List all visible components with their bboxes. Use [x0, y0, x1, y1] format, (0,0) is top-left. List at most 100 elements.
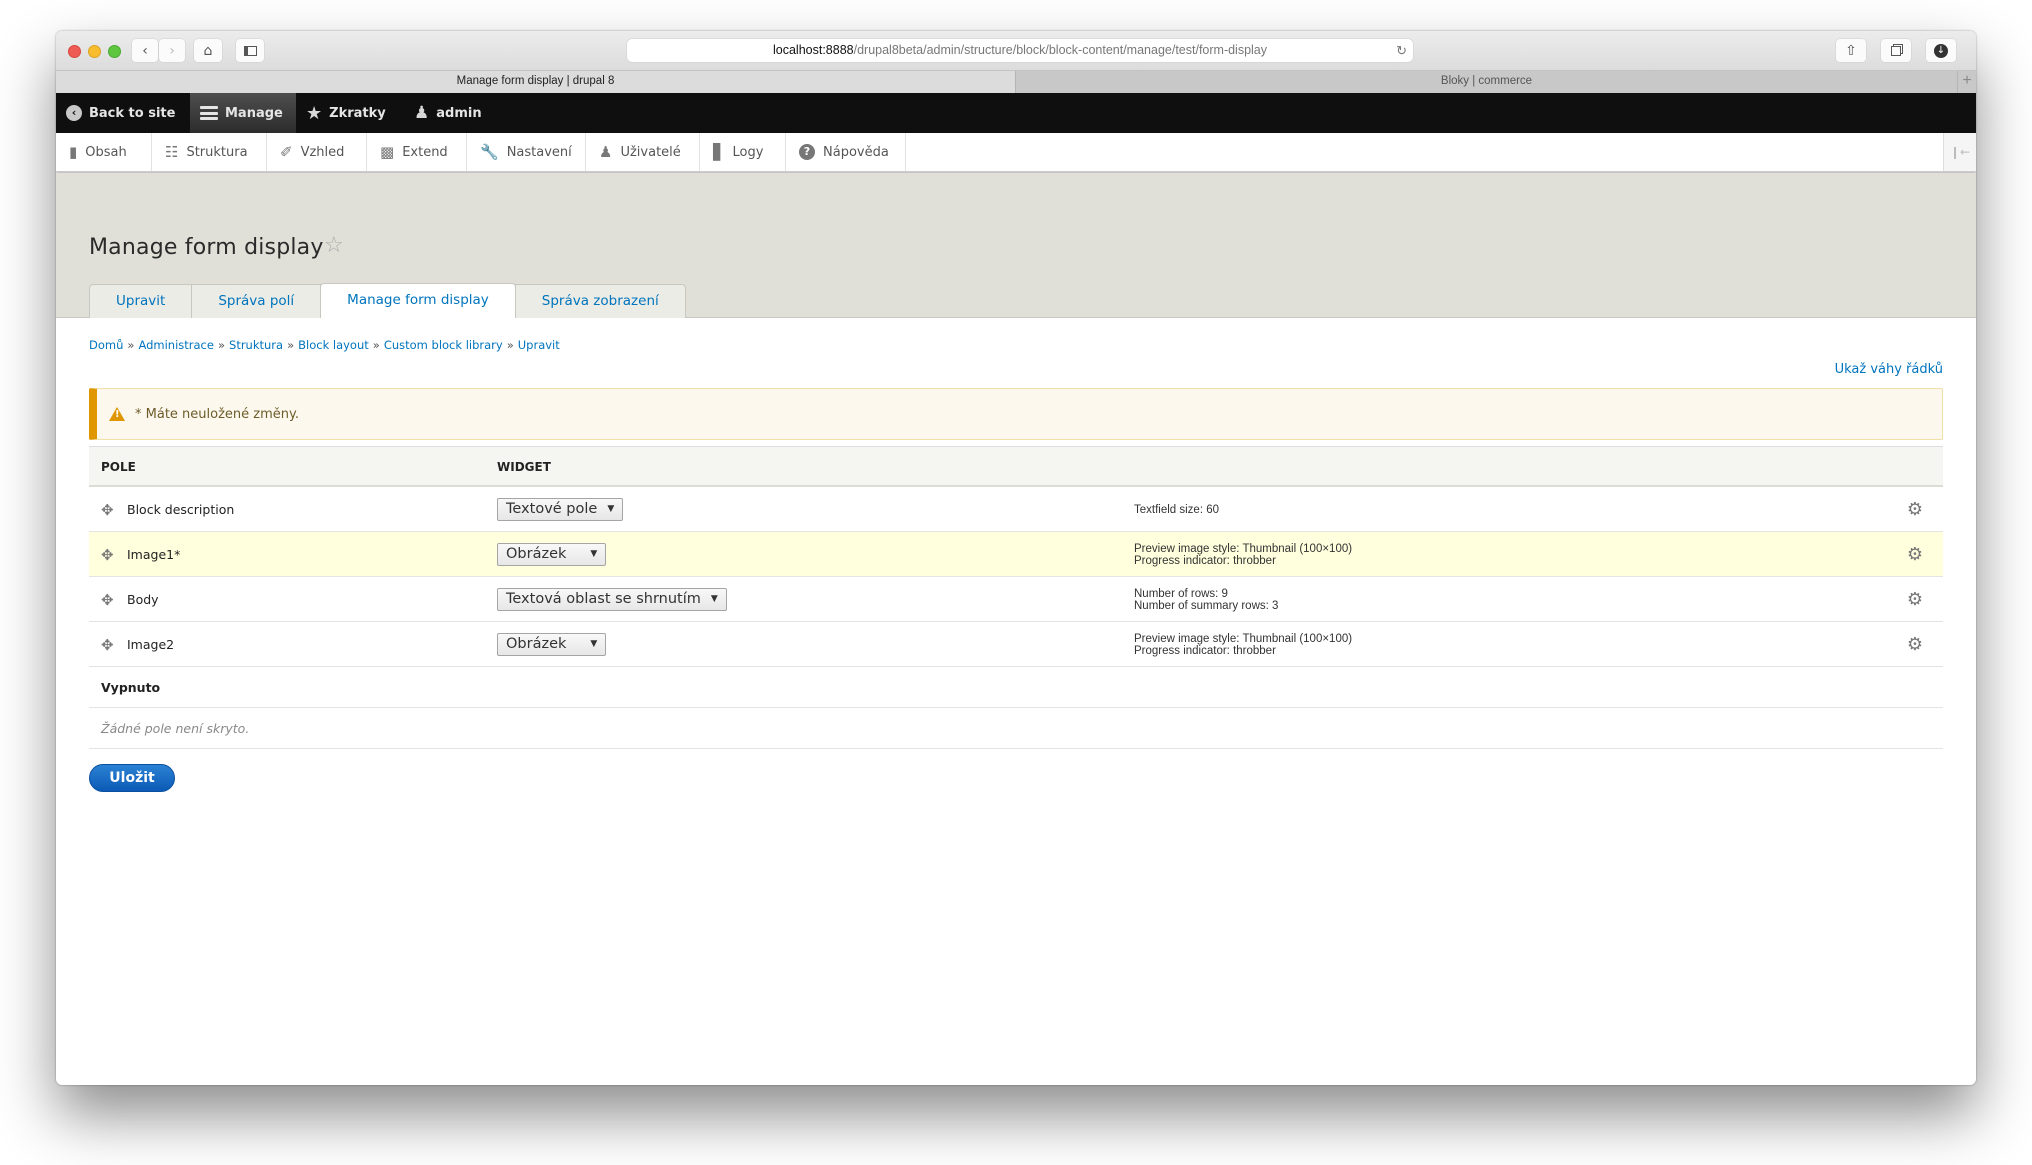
- widget-select-value: Obrázek: [506, 636, 567, 652]
- back-arrow-icon: ‹: [66, 105, 82, 121]
- url-path: /drupal8beta/admin/structure/block/block…: [853, 43, 1268, 57]
- widget-select[interactable]: Textové pole ▼: [497, 498, 624, 521]
- empty-text: Žádné pole není skryto.: [101, 721, 250, 736]
- gear-icon[interactable]: ⚙: [1907, 634, 1923, 655]
- shortcut-star-icon[interactable]: ☆: [324, 233, 344, 258]
- menu-item-extend[interactable]: ▩ Extend: [367, 133, 467, 171]
- widget-summary: Preview image style: Thumbnail (100×100)…: [1134, 633, 1352, 657]
- table-row: ✥ Image2 Obrázek ▼ Preview image style: T…: [89, 622, 1943, 667]
- field-display-table: POLE WIDGET ✥ Block description Textové …: [89, 446, 1943, 749]
- tray-orientation-toggle[interactable]: ❙←: [1943, 133, 1976, 171]
- menu-icon: [200, 106, 218, 120]
- shortcuts-tab[interactable]: ★ Zkratky: [296, 93, 396, 133]
- user-tab[interactable]: ♟ admin: [404, 93, 492, 133]
- manage-tab[interactable]: Manage: [190, 93, 296, 133]
- summary-line: Number of summary rows: 3: [1134, 600, 1279, 612]
- tab-manage-form-display[interactable]: Manage form display: [320, 283, 516, 318]
- column-header-widget: WIDGET: [497, 460, 551, 474]
- widget-select[interactable]: Textová oblast se shrnutím ▼: [497, 588, 727, 611]
- share-button[interactable]: ⇧: [1836, 39, 1866, 62]
- breadcrumb-separator: »: [217, 338, 226, 352]
- breadcrumb-link[interactable]: Custom block library: [384, 338, 503, 352]
- menu-item-appearance[interactable]: ✐ Vzhled: [267, 133, 367, 171]
- forward-button[interactable]: ›: [159, 39, 185, 62]
- widget-select-value: Obrázek: [506, 546, 567, 562]
- tab-manage-display[interactable]: Správa zobrazení: [514, 284, 686, 318]
- browser-tab-active[interactable]: Manage form display | drupal 8: [56, 71, 1016, 93]
- close-window-button[interactable]: [68, 45, 81, 58]
- share-icon: ⇧: [1845, 42, 1857, 59]
- minimize-window-button[interactable]: [88, 45, 101, 58]
- menu-item-configuration[interactable]: 🔧 Nastavení: [467, 133, 586, 171]
- widget-summary: Textfield size: 60: [1134, 504, 1219, 516]
- menu-item-label: Uživatelé: [620, 144, 681, 160]
- drag-handle-icon[interactable]: ✥: [101, 546, 114, 564]
- breadcrumb-link[interactable]: Upravit: [518, 338, 560, 352]
- menu-item-label: Obsah: [85, 144, 127, 160]
- field-name: Image1*: [127, 547, 181, 562]
- url-host: localhost:8888: [772, 43, 854, 57]
- tab-manage-fields[interactable]: Správa polí: [191, 284, 322, 318]
- tabs-overview-button[interactable]: [1881, 39, 1911, 62]
- address-bar[interactable]: localhost:8888/drupal8beta/admin/structu…: [627, 39, 1413, 62]
- table-row: ✥ Body Textová oblast se shrnutím ▼ Numbe…: [89, 577, 1943, 622]
- table-row: ✥ Image1* Obrázek ▼ Preview image style: …: [89, 532, 1943, 577]
- menu-item-label: Extend: [402, 144, 448, 160]
- local-tasks-tabs: Upravit Správa polí Manage form display …: [89, 283, 686, 318]
- menu-item-reports[interactable]: ▋ Logy: [700, 133, 786, 171]
- gear-icon[interactable]: ⚙: [1907, 544, 1923, 565]
- sidebar-icon: [243, 45, 257, 56]
- breadcrumb-separator: »: [506, 338, 514, 352]
- field-name: Image2: [127, 637, 175, 652]
- widget-select[interactable]: Obrázek ▼: [497, 543, 607, 566]
- dropdown-arrow-icon: ▼: [710, 594, 718, 604]
- save-button[interactable]: Uložit: [89, 764, 175, 792]
- browser-tab[interactable]: Bloky | commerce: [1016, 71, 1957, 93]
- tabs-icon: [1891, 45, 1901, 56]
- gear-icon[interactable]: ⚙: [1907, 589, 1923, 610]
- breadcrumb-link[interactable]: Block layout: [298, 338, 369, 352]
- region-disabled-header: Vypnuto: [89, 667, 1943, 708]
- show-row-weights-link[interactable]: Ukaž váhy řádků: [1835, 362, 1943, 377]
- downloads-button[interactable]: ↓: [1926, 39, 1956, 62]
- unsaved-changes-warning: * Máte neuložené změny.: [89, 388, 1943, 440]
- breadcrumb-link[interactable]: Struktura: [229, 338, 283, 352]
- zoom-window-button[interactable]: [108, 45, 121, 58]
- browser-toolbar: ‹ › ⌂ localhost:8888/drupal8beta/admin/s…: [56, 31, 1976, 71]
- warning-icon: [109, 407, 125, 421]
- breadcrumb-link[interactable]: Administrace: [138, 338, 214, 352]
- menu-item-label: Vzhled: [300, 144, 345, 160]
- menu-item-people[interactable]: ♟ Uživatelé: [586, 133, 700, 171]
- breadcrumb: Domů» Administrace» Struktura» Block layout…: [89, 338, 560, 352]
- reload-icon[interactable]: ↻: [1396, 39, 1407, 62]
- menu-item-structure[interactable]: ☷ Struktura: [152, 133, 267, 171]
- widget-summary: Number of rows: 9 Number of summary rows:…: [1134, 588, 1278, 612]
- menu-item-help[interactable]: ? Nápověda: [786, 133, 906, 171]
- dropdown-arrow-icon: ▼: [590, 639, 598, 649]
- back-button[interactable]: ‹: [132, 39, 158, 62]
- gear-icon[interactable]: ⚙: [1907, 499, 1923, 520]
- dropdown-arrow-icon: ▼: [590, 549, 598, 559]
- back-to-site-link[interactable]: ‹ Back to site: [56, 93, 185, 133]
- sidebar-button[interactable]: [236, 39, 264, 62]
- table-header: POLE WIDGET: [89, 446, 1943, 487]
- table-row: ✥ Block description Textové pole ▼ Textfi…: [89, 487, 1943, 532]
- download-icon: ↓: [1934, 43, 1948, 58]
- summary-line: Preview image style: Thumbnail (100×100): [1134, 543, 1353, 555]
- browser-window: ‹ › ⌂ localhost:8888/drupal8beta/admin/s…: [56, 31, 1976, 1085]
- new-tab-button[interactable]: +: [1957, 71, 1976, 93]
- breadcrumb-link[interactable]: Domů: [89, 338, 123, 352]
- widget-select-value: Textová oblast se shrnutím: [506, 591, 701, 607]
- manage-label: Manage: [225, 105, 283, 121]
- tab-edit[interactable]: Upravit: [89, 284, 193, 318]
- widget-select[interactable]: Obrázek ▼: [497, 633, 607, 656]
- drag-handle-icon[interactable]: ✥: [101, 501, 114, 519]
- drag-handle-icon[interactable]: ✥: [101, 636, 114, 654]
- paint-brush-icon: ✐: [280, 143, 293, 161]
- wrench-icon: 🔧: [480, 143, 499, 161]
- home-button[interactable]: ⌂: [194, 39, 222, 62]
- drag-handle-icon[interactable]: ✥: [101, 591, 114, 609]
- menu-item-label: Nastavení: [506, 144, 572, 160]
- menu-item-content[interactable]: ▮ Obsah: [56, 133, 152, 171]
- sitemap-icon: ☷: [165, 143, 179, 161]
